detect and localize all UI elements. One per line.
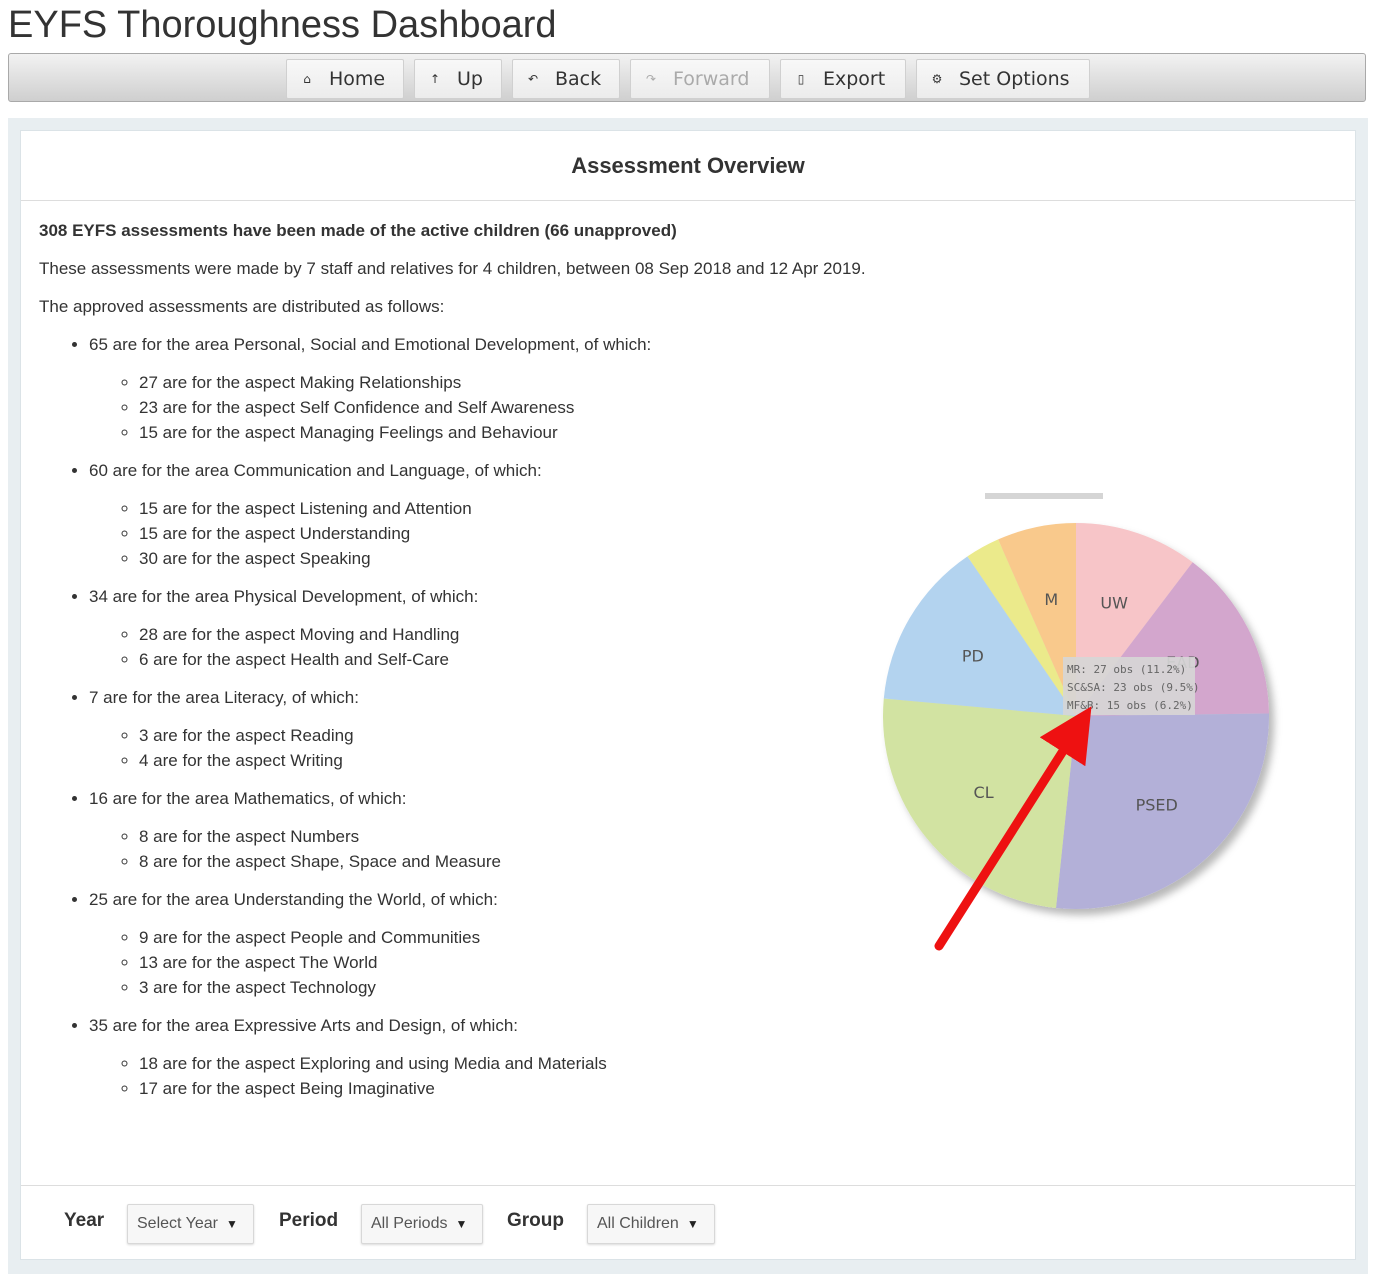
aspect-item: 6 are for the aspect Health and Self-Car… — [139, 650, 879, 670]
aspect-item: 18 are for the aspect Exploring and usin… — [139, 1054, 879, 1074]
up-button-label: Up — [457, 68, 483, 90]
tooltip-line: MR: 27 obs (11.2%) — [1067, 663, 1186, 676]
toolbar: ⌂ Home ↑ Up ↶ Back ↷ Forward ▯ Export ⚙ … — [8, 53, 1366, 102]
back-arrow-icon: ↶ — [527, 72, 539, 86]
aspect-item: 23 are for the aspect Self Confidence an… — [139, 398, 879, 418]
aspect-item: 15 are for the aspect Understanding — [139, 524, 879, 544]
aspect-list: 18 are for the aspect Exploring and usin… — [89, 1054, 879, 1099]
home-icon: ⌂ — [303, 72, 311, 86]
set-options-button[interactable]: ⚙ Set Options — [916, 59, 1090, 99]
group-select-value: All Children — [597, 1215, 679, 1232]
period-select[interactable]: All Periods ▼ — [361, 1204, 483, 1244]
year-select-value: Select Year — [137, 1215, 218, 1232]
assessment-overview-card: Assessment Overview 308 EYFS assessments… — [20, 130, 1356, 1260]
area-list: 65 are for the area Personal, Social and… — [39, 335, 879, 1099]
aspect-item: 3 are for the aspect Reading — [139, 726, 879, 746]
area-pie-chart-container: UWEADPSEDCLPDM MR: 27 obs (11.2%) SC&SA:… — [881, 491, 1301, 951]
forward-button-label: Forward — [673, 68, 750, 90]
aspect-item: 27 are for the aspect Making Relationshi… — [139, 373, 879, 393]
area-pie-chart[interactable]: UWEADPSEDCLPDM MR: 27 obs (11.2%) SC&SA:… — [881, 491, 1301, 951]
home-button[interactable]: ⌂ Home — [286, 59, 404, 99]
area-text: 16 are for the area Mathematics, of whic… — [89, 789, 407, 808]
aspect-item: 15 are for the aspect Managing Feelings … — [139, 423, 879, 443]
filter-bar: Year Select Year ▼ Period All Periods ▼ … — [21, 1185, 1355, 1261]
document-icon: ▯ — [797, 72, 805, 86]
gear-icon: ⚙ — [931, 72, 943, 86]
caret-down-icon: ▼ — [225, 1217, 238, 1231]
assessment-summary: 308 EYFS assessments have been made of t… — [39, 221, 677, 240]
set-options-button-label: Set Options — [959, 68, 1070, 90]
aspect-list: 8 are for the aspect Numbers 8 are for t… — [89, 827, 879, 872]
aspect-item: 9 are for the aspect People and Communit… — [139, 928, 879, 948]
period-label: Period — [279, 1210, 339, 1231]
area-text: 25 are for the area Understanding the Wo… — [89, 890, 498, 909]
assessment-detail: These assessments were made by 7 staff a… — [39, 259, 866, 278]
aspect-item: 8 are for the aspect Shape, Space and Me… — [139, 852, 879, 872]
chart-legend-bar — [985, 493, 1103, 499]
forward-button[interactable]: ↷ Forward — [630, 59, 770, 99]
aspect-list: 15 are for the aspect Listening and Atte… — [89, 499, 879, 569]
export-button[interactable]: ▯ Export — [780, 59, 906, 99]
caret-down-icon: ▼ — [455, 1217, 468, 1231]
area-item: 16 are for the area Mathematics, of whic… — [89, 789, 879, 872]
area-text: 34 are for the area Physical Development… — [89, 587, 479, 606]
export-button-label: Export — [823, 68, 886, 90]
area-text: 7 are for the area Literacy, of which: — [89, 688, 359, 707]
aspect-list: 3 are for the aspect Reading 4 are for t… — [89, 726, 879, 771]
aspect-item: 3 are for the aspect Technology — [139, 978, 879, 998]
forward-arrow-icon: ↷ — [645, 72, 657, 86]
area-text: 35 are for the area Expressive Arts and … — [89, 1016, 519, 1035]
card-title: Assessment Overview — [21, 131, 1355, 201]
year-label: Year — [64, 1210, 105, 1231]
area-item: 7 are for the area Literacy, of which: 3… — [89, 688, 879, 771]
pie-label-cl: CL — [974, 783, 994, 802]
back-button[interactable]: ↶ Back — [512, 59, 620, 99]
pie-label-pd: PD — [962, 646, 984, 665]
aspect-item: 28 are for the aspect Moving and Handlin… — [139, 625, 879, 645]
distribution-intro: The approved assessments are distributed… — [39, 297, 445, 316]
tooltip-line: MF&B: 15 obs (6.2%) — [1067, 699, 1193, 712]
chart-tooltip: MR: 27 obs (11.2%) SC&SA: 23 obs (9.5%) … — [1063, 657, 1199, 715]
aspect-item: 15 are for the aspect Listening and Atte… — [139, 499, 879, 519]
pie-label-psed: PSED — [1136, 795, 1178, 814]
tooltip-line: SC&SA: 23 obs (9.5%) — [1067, 681, 1199, 694]
aspect-list: 9 are for the aspect People and Communit… — [89, 928, 879, 998]
area-item: 65 are for the area Personal, Social and… — [89, 335, 879, 443]
aspect-list: 27 are for the aspect Making Relationshi… — [89, 373, 879, 443]
area-item: 35 are for the area Expressive Arts and … — [89, 1016, 879, 1099]
overview-text: 308 EYFS assessments have been made of t… — [39, 221, 879, 1117]
aspect-item: 17 are for the aspect Being Imaginative — [139, 1079, 879, 1099]
back-button-label: Back — [555, 68, 602, 90]
home-button-label: Home — [329, 68, 386, 90]
up-arrow-icon: ↑ — [429, 72, 441, 86]
area-item: 60 are for the area Communication and La… — [89, 461, 879, 569]
aspect-item: 13 are for the aspect The World — [139, 953, 879, 973]
pie-label-m: M — [1044, 590, 1058, 609]
up-button[interactable]: ↑ Up — [414, 59, 502, 99]
period-select-value: All Periods — [371, 1215, 448, 1232]
aspect-item: 4 are for the aspect Writing — [139, 751, 879, 771]
aspect-item: 30 are for the aspect Speaking — [139, 549, 879, 569]
area-text: 65 are for the area Personal, Social and… — [89, 335, 652, 354]
area-item: 34 are for the area Physical Development… — [89, 587, 879, 670]
aspect-item: 8 are for the aspect Numbers — [139, 827, 879, 847]
group-select[interactable]: All Children ▼ — [587, 1204, 715, 1244]
area-item: 25 are for the area Understanding the Wo… — [89, 890, 879, 998]
app-title: EYFS Thoroughness Dashboard — [8, 4, 557, 46]
area-text: 60 are for the area Communication and La… — [89, 461, 542, 480]
year-select[interactable]: Select Year ▼ — [127, 1204, 254, 1244]
aspect-list: 28 are for the aspect Moving and Handlin… — [89, 625, 879, 670]
caret-down-icon: ▼ — [686, 1217, 699, 1231]
pie-label-uw: UW — [1100, 594, 1128, 613]
group-label: Group — [507, 1210, 564, 1231]
